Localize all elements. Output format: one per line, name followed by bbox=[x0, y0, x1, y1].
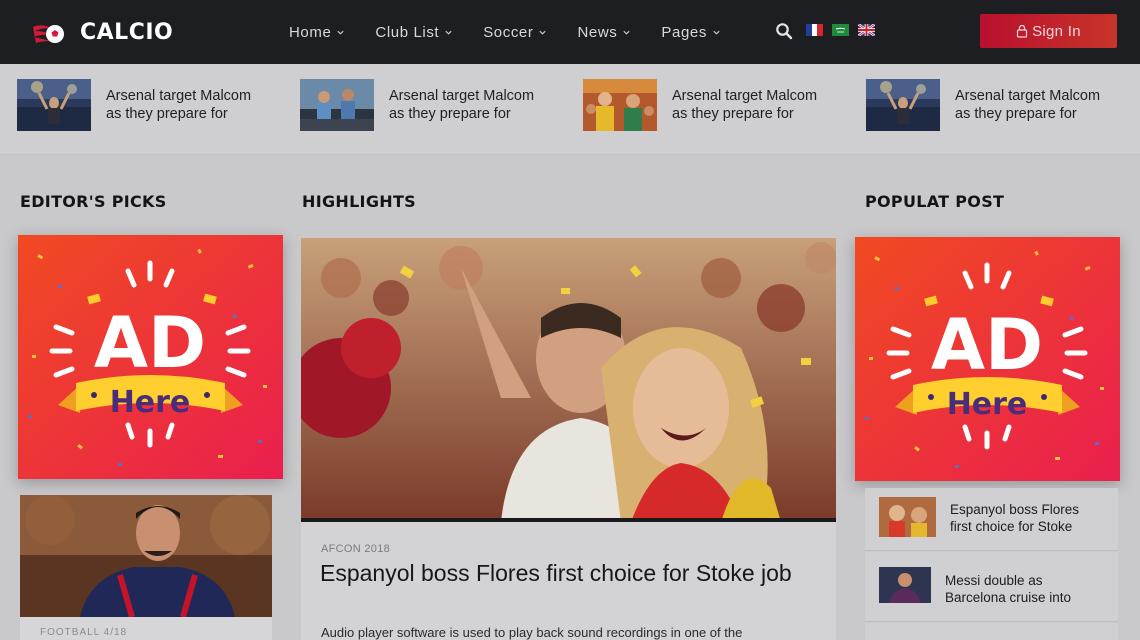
ticker-item[interactable]: Arsenal target Malcom as they prepare fo… bbox=[17, 79, 271, 131]
ticker-title-line: Arsenal target Malcom bbox=[672, 88, 818, 104]
flaming-ball-icon bbox=[33, 25, 64, 43]
ad-banner-graphic: AD Here bbox=[18, 235, 283, 479]
nav-club-list[interactable]: Club List bbox=[375, 24, 453, 41]
popular-post-title-line: Espanyol boss Flores bbox=[950, 502, 1080, 517]
ad-small-text: Here bbox=[110, 385, 191, 420]
popular-post-title-line: Barcelona cruise into bbox=[945, 590, 1072, 605]
ticker-title-line: as they prepare for bbox=[955, 106, 1077, 122]
popular-post-title-line: Messi double as bbox=[945, 573, 1043, 588]
chevron-down-icon bbox=[337, 30, 345, 35]
ticker-title-line: as they prepare for bbox=[672, 106, 794, 122]
popular-post-item[interactable]: Espanyol boss Flores first choice for St… bbox=[865, 488, 1118, 551]
ticker-item[interactable]: Arsenal target Malcom as they prepare fo… bbox=[300, 79, 554, 131]
stadium-photo-image bbox=[866, 79, 940, 131]
ticker-title: Arsenal target Malcom as they prepare fo… bbox=[389, 87, 554, 123]
chevron-down-icon bbox=[623, 30, 631, 35]
editor-pick-category: FOOTBALL 4/18 bbox=[40, 627, 128, 638]
player-photo-image bbox=[20, 495, 272, 617]
chevron-down-icon bbox=[539, 30, 547, 35]
lock-icon bbox=[1016, 24, 1028, 38]
popular-post-item[interactable]: Messi double as Barcelona cruise into bbox=[865, 552, 1118, 622]
united-kingdom-flag-icon[interactable] bbox=[858, 24, 875, 36]
chevron-down-icon bbox=[445, 30, 452, 35]
highlight-article: AFCON 2018 Espanyol boss Flores first ch… bbox=[301, 522, 836, 640]
ticker-title-line: Arsenal target Malcom bbox=[955, 88, 1101, 104]
ticker-title-line: as they prepare for bbox=[389, 106, 511, 122]
popular-post-heading: POPULAT POST bbox=[865, 192, 1005, 211]
ticker-thumbnail bbox=[300, 79, 374, 131]
news-ticker: Arsenal target Malcom as they prepare fo… bbox=[0, 64, 1140, 155]
ticker-title-line: Arsenal target Malcom bbox=[106, 88, 252, 104]
highlight-category[interactable]: AFCON 2018 bbox=[321, 543, 390, 555]
nav-soccer[interactable]: Soccer bbox=[483, 24, 547, 41]
ticker-title-line: Arsenal target Malcom bbox=[389, 88, 535, 104]
france-flag-icon[interactable] bbox=[806, 24, 823, 36]
ticker-title-line: as they prepare for bbox=[106, 106, 228, 122]
language-switcher bbox=[806, 24, 884, 36]
site-logo[interactable]: CALCIO bbox=[20, 14, 173, 50]
nav-pages[interactable]: Pages bbox=[661, 24, 721, 41]
sign-in-button[interactable]: Sign In bbox=[980, 14, 1117, 48]
brand-name: CALCIO bbox=[80, 19, 174, 45]
saudi-arabia-flag-icon[interactable] bbox=[832, 24, 849, 36]
popular-post-thumbnail bbox=[879, 567, 931, 603]
search-icon[interactable] bbox=[775, 22, 793, 40]
stadium-photo-image bbox=[17, 79, 91, 131]
sign-in-label: Sign In bbox=[1032, 22, 1081, 40]
ticker-item[interactable]: Arsenal target Malcom as they prepare fo… bbox=[583, 79, 837, 131]
ticker-thumbnail bbox=[583, 79, 657, 131]
ticker-title: Arsenal target Malcom as they prepare fo… bbox=[955, 87, 1120, 123]
player-photo-image bbox=[879, 567, 931, 603]
ad-big-text: AD bbox=[94, 302, 206, 384]
crowd-photo-image bbox=[879, 497, 936, 537]
editor-pick-caption: FOOTBALL 4/18 bbox=[20, 617, 272, 640]
popular-post-thumbnail bbox=[879, 635, 931, 640]
highlights-heading: HIGHLIGHTS bbox=[302, 192, 416, 211]
ad-banner-right[interactable]: AD Here bbox=[855, 237, 1120, 481]
highlight-title[interactable]: Espanyol boss Flores first choice for St… bbox=[320, 560, 820, 587]
ticker-title: Arsenal target Malcom as they prepare fo… bbox=[106, 87, 271, 123]
ticker-thumbnail bbox=[17, 79, 91, 131]
cheering-crowd-image bbox=[301, 238, 836, 522]
ticker-item[interactable]: Arsenal target Malcom as they prepare fo… bbox=[866, 79, 1120, 131]
ad-small-text: Here bbox=[947, 387, 1028, 422]
popular-post-title: Messi double as Barcelona cruise into bbox=[945, 572, 1071, 606]
nav-soccer-label: Soccer bbox=[483, 23, 534, 41]
popular-post-title: Espanyol boss Flores first choice for St… bbox=[950, 501, 1079, 535]
popular-post-item[interactable] bbox=[865, 623, 1118, 640]
popular-post-title-line: first choice for Stoke bbox=[950, 519, 1073, 534]
fans-photo-image bbox=[300, 79, 374, 131]
nav-home[interactable]: Home bbox=[289, 24, 345, 41]
nav-pages-label: Pages bbox=[661, 23, 707, 41]
ad-banner-graphic: AD Here bbox=[855, 237, 1120, 481]
editor-pick-image[interactable] bbox=[20, 495, 272, 617]
nav-home-label: Home bbox=[289, 23, 332, 41]
ad-banner-left[interactable]: AD Here bbox=[18, 235, 283, 479]
nav-news[interactable]: News bbox=[577, 24, 631, 41]
ad-big-text: AD bbox=[931, 304, 1043, 386]
chevron-down-icon bbox=[713, 30, 720, 35]
top-navbar: CALCIO Home Club List Soccer News Pages bbox=[0, 0, 1140, 64]
popular-post-thumbnail bbox=[879, 497, 936, 537]
ticker-title: Arsenal target Malcom as they prepare fo… bbox=[672, 87, 837, 123]
nav-club-list-label: Club List bbox=[375, 23, 440, 41]
ticker-thumbnail bbox=[866, 79, 940, 131]
highlight-description: Audio player software is used to play ba… bbox=[321, 625, 743, 640]
editors-picks-heading: EDITOR'S PICKS bbox=[20, 192, 167, 211]
cheering-fans-image bbox=[583, 79, 657, 131]
main-menu: Home Club List Soccer News Pages bbox=[289, 0, 751, 64]
highlight-image[interactable] bbox=[301, 238, 836, 522]
nav-news-label: News bbox=[577, 23, 618, 41]
